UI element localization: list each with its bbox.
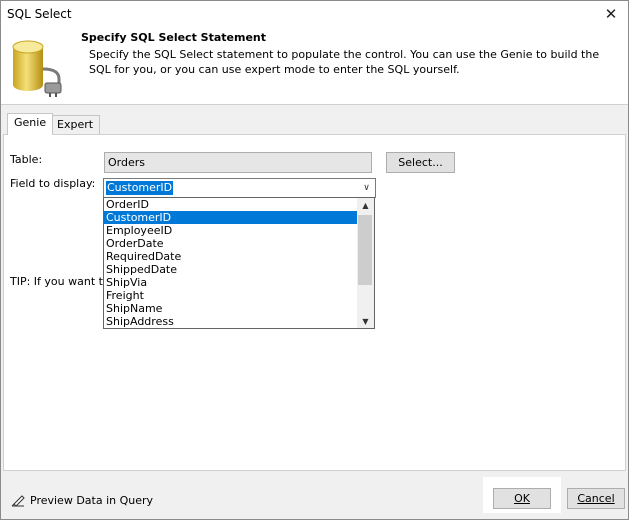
scroll-thumb[interactable] <box>358 215 372 285</box>
dropdown-item[interactable]: ShipVia <box>104 276 358 289</box>
field-dropdown-list[interactable]: OrderID CustomerID EmployeeID OrderDate Requ… <box>103 197 375 329</box>
dropdown-item[interactable]: ShipAddress <box>104 315 358 328</box>
table-label: Table: <box>10 153 43 166</box>
tab-expert[interactable]: Expert <box>50 115 101 135</box>
table-field: Orders <box>104 152 372 173</box>
title-bar: SQL Select ✕ <box>1 1 628 27</box>
tab-genie[interactable]: Genie <box>7 113 54 135</box>
dropdown-scrollbar[interactable]: ▲ ▼ <box>357 198 374 328</box>
field-combobox-value[interactable]: CustomerID <box>106 181 174 195</box>
window-title: SQL Select <box>7 7 72 21</box>
ok-button[interactable]: OK <box>493 488 551 509</box>
cancel-button[interactable]: Cancel <box>567 488 625 509</box>
preview-data-link[interactable]: Preview Data in Query <box>11 493 153 507</box>
preview-pencil-icon <box>11 495 25 507</box>
dropdown-items: OrderID CustomerID EmployeeID OrderDate Requ… <box>104 198 358 328</box>
chevron-down-icon[interactable]: ∨ <box>358 179 375 197</box>
dropdown-item[interactable]: ShipName <box>104 302 358 315</box>
dropdown-item[interactable]: ShippedDate <box>104 263 358 276</box>
scroll-down-icon[interactable]: ▼ <box>357 314 374 328</box>
ok-label: OK <box>514 492 530 505</box>
database-plug-icon <box>12 40 62 97</box>
header-description: Specify the SQL Select statement to popu… <box>89 48 600 76</box>
field-combobox[interactable]: CustomerID ∨ <box>103 178 376 198</box>
header-title: Specify SQL Select Statement <box>81 31 267 44</box>
dropdown-item[interactable]: OrderDate <box>104 237 358 250</box>
preview-data-label[interactable]: Preview Data in Query <box>30 494 153 507</box>
dropdown-item[interactable]: OrderID <box>104 198 358 211</box>
cancel-label: Cancel <box>577 492 615 505</box>
select-table-button[interactable]: Select... <box>386 152 455 173</box>
dropdown-item[interactable]: Freight <box>104 289 358 302</box>
dropdown-item[interactable]: EmployeeID <box>104 224 358 237</box>
dropdown-item[interactable]: CustomerID <box>104 211 358 224</box>
sql-select-dialog: SQL Select ✕ Specify SQL Select Statemen… <box>0 0 629 520</box>
tip-text: TIP: If you want to <box>10 275 110 288</box>
scroll-up-icon[interactable]: ▲ <box>357 198 374 212</box>
field-label: Field to display: <box>5 173 101 197</box>
header-banner: Specify SQL Select Statement Specify the… <box>1 27 628 105</box>
close-icon[interactable]: ✕ <box>594 1 628 27</box>
dropdown-item[interactable]: RequiredDate <box>104 250 358 263</box>
